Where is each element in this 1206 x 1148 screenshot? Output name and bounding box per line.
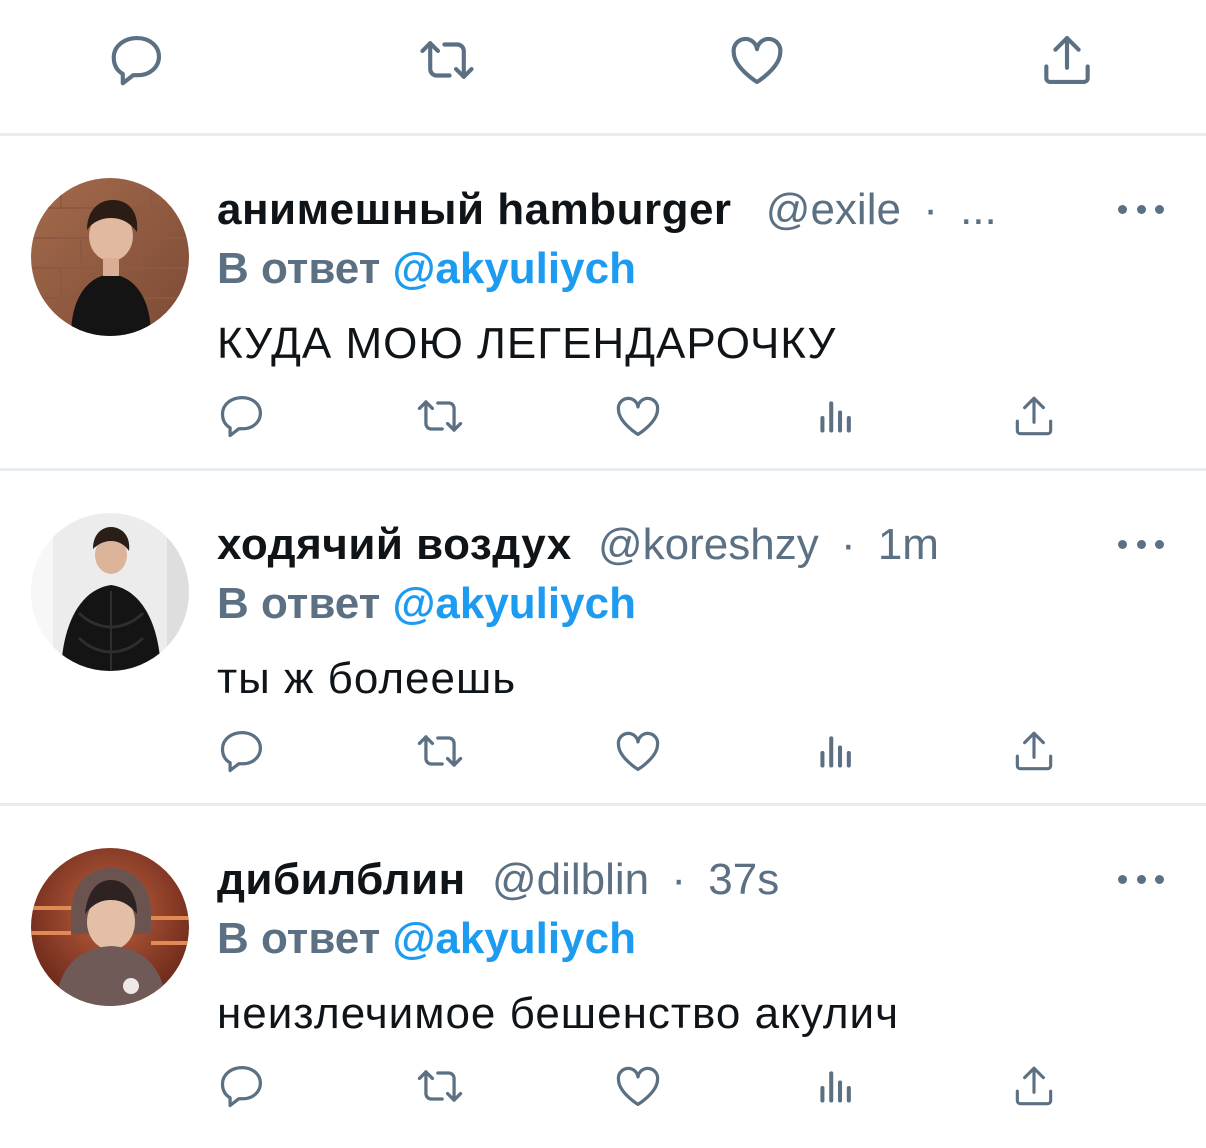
like-icon — [616, 1066, 660, 1107]
reply-prefix: В ответ — [217, 579, 381, 628]
analytics-button[interactable] — [808, 721, 864, 781]
reply-icon — [220, 395, 263, 438]
tweet-item[interactable]: ходячий воздух @koreshzy · 1m В ответ @a… — [0, 471, 1206, 806]
reply-icon — [111, 35, 162, 86]
reply-button[interactable] — [214, 1056, 270, 1116]
avatar[interactable] — [31, 848, 189, 1006]
user-handle[interactable]: @dilblin — [492, 855, 649, 904]
reply-to-link[interactable]: @akyuliych — [392, 244, 635, 293]
share-icon — [1015, 396, 1053, 436]
tweet-header: дибилблин @dilblin · 37s — [217, 852, 1117, 908]
reply-to-link[interactable]: @akyuliych — [392, 914, 635, 963]
tweet-action-bar — [0, 1056, 1206, 1116]
user-handle[interactable]: @koreshzy — [598, 520, 819, 569]
display-name[interactable]: анимешный hamburger — [217, 185, 732, 234]
separator-dot: · — [923, 185, 938, 234]
reply-button[interactable] — [214, 721, 270, 781]
more-options-button[interactable] — [1118, 531, 1164, 557]
display-name[interactable]: дибилблин — [217, 855, 466, 904]
top-action-bar — [0, 0, 1206, 136]
reply-icon — [220, 1065, 263, 1108]
like-button[interactable] — [725, 28, 789, 92]
tweet-item[interactable]: анимешный hamburger @exile · ... В ответ… — [0, 136, 1206, 471]
reply-prefix: В ответ — [217, 914, 381, 963]
retweet-icon — [420, 41, 474, 79]
user-handle[interactable]: @exile — [766, 185, 901, 234]
reply-button[interactable] — [105, 28, 169, 92]
analytics-button[interactable] — [808, 386, 864, 446]
tweet-timestamp[interactable]: 37s — [708, 855, 779, 904]
analytics-icon — [820, 401, 851, 433]
tweet-action-bar — [0, 386, 1206, 446]
more-options-button[interactable] — [1118, 196, 1164, 222]
retweet-icon — [417, 400, 463, 432]
share-icon — [1015, 731, 1053, 771]
retweet-icon — [417, 1070, 463, 1102]
tweet-timestamp[interactable]: ... — [960, 185, 997, 234]
share-button[interactable] — [1035, 28, 1099, 92]
share-button[interactable] — [1006, 1056, 1062, 1116]
tweet-header: анимешный hamburger @exile · ... — [217, 182, 1117, 238]
like-icon — [616, 396, 660, 437]
reply-prefix: В ответ — [217, 244, 381, 293]
retweet-button[interactable] — [412, 1056, 468, 1116]
share-icon — [1044, 35, 1090, 85]
reply-context: В ответ @akyuliych — [217, 911, 636, 967]
reply-to-link[interactable]: @akyuliych — [392, 579, 635, 628]
avatar[interactable] — [31, 513, 189, 671]
analytics-icon — [820, 736, 851, 768]
share-button[interactable] — [1006, 721, 1062, 781]
retweet-button[interactable] — [412, 386, 468, 446]
display-name[interactable]: ходячий воздух — [217, 520, 572, 569]
reply-button[interactable] — [214, 386, 270, 446]
tweet-text: неизлечимое бешенство акулич — [217, 989, 900, 1038]
tweet-item[interactable]: дибилблин @dilblin · 37s В ответ @akyuli… — [0, 806, 1206, 1138]
more-icon — [1118, 539, 1127, 549]
tweet-action-bar — [0, 721, 1206, 781]
tweet-text: КУДА МОЮ ЛЕГЕНДАРОЧКУ — [217, 319, 837, 368]
analytics-icon — [820, 1071, 851, 1103]
separator-dot: · — [671, 855, 687, 904]
reply-context: В ответ @akyuliych — [217, 576, 636, 632]
share-button[interactable] — [1006, 386, 1062, 446]
more-icon — [1118, 204, 1127, 214]
retweet-button[interactable] — [415, 28, 479, 92]
share-icon — [1015, 1066, 1053, 1106]
reply-context: В ответ @akyuliych — [217, 241, 636, 297]
separator-dot: · — [840, 520, 856, 569]
like-button[interactable] — [610, 1056, 666, 1116]
retweet-icon — [417, 735, 463, 767]
more-options-button[interactable] — [1118, 866, 1164, 892]
more-icon — [1118, 874, 1127, 884]
tweet-timestamp[interactable]: 1m — [878, 520, 939, 569]
tweet-text: ты ж болеешь — [217, 654, 517, 703]
like-button[interactable] — [610, 721, 666, 781]
tweet-header: ходячий воздух @koreshzy · 1m — [217, 517, 1117, 573]
like-icon — [616, 731, 660, 772]
avatar[interactable] — [31, 178, 189, 336]
reply-icon — [220, 730, 263, 773]
analytics-button[interactable] — [808, 1056, 864, 1116]
retweet-button[interactable] — [412, 721, 468, 781]
like-icon — [731, 36, 783, 85]
like-button[interactable] — [610, 386, 666, 446]
